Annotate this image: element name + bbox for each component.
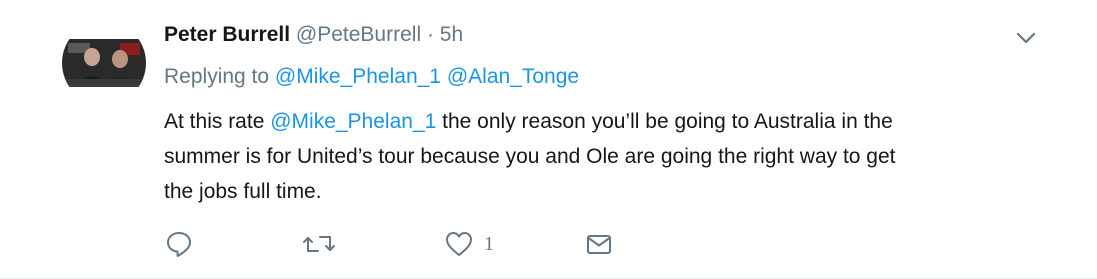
envelope-icon — [587, 235, 611, 254]
author-handle[interactable]: @PeteBurrell — [296, 23, 421, 46]
tweet-text-line-3: the jobs full time. — [164, 180, 322, 203]
tweet-text-segment: At this rate — [164, 110, 271, 133]
reply-mention-1[interactable]: @Mike_Phelan_1 — [275, 65, 441, 88]
replying-prefix: Replying to — [164, 65, 270, 88]
reply-button[interactable] — [164, 228, 194, 260]
tweet-text-line-1: At this rate @Mike_Phelan_1 the only rea… — [164, 104, 1054, 139]
author-name[interactable]: Peter Burrell — [164, 23, 290, 46]
tweet-text-line-2: summer is for United’s tour because you … — [164, 145, 896, 168]
retweet-icon — [303, 236, 335, 252]
tweet-text-segment: the only reason you’ll be going to Austr… — [436, 110, 893, 133]
tweet-mention[interactable]: @Mike_Phelan_1 — [270, 110, 436, 133]
tweet-time[interactable]: 5h — [440, 23, 463, 46]
direct-message-button[interactable] — [584, 228, 614, 260]
avatar[interactable] — [62, 21, 146, 105]
reply-icon — [167, 232, 191, 257]
chevron-down-icon — [1016, 32, 1036, 44]
tweet-text: At this rate @Mike_Phelan_1 the only rea… — [164, 104, 1054, 209]
like-count: 1 — [484, 232, 494, 255]
replying-to: Replying to @Mike_Phelan_1 @Alan_Tonge — [164, 64, 579, 90]
tweet-header: Peter Burrell @PeteBurrell · 5h — [164, 22, 463, 48]
tweet-menu-button[interactable] — [1012, 24, 1040, 52]
avatar-photo-icon — [62, 21, 146, 105]
header-separator: · — [426, 23, 434, 46]
retweet-button[interactable] — [302, 228, 336, 260]
reply-mention-2[interactable]: @Alan_Tonge — [447, 65, 579, 88]
tweet-card[interactable]: Peter Burrell @PeteBurrell · 5h Replying… — [0, 0, 1097, 279]
like-button[interactable]: 1 — [444, 228, 494, 260]
heart-icon — [446, 232, 472, 256]
